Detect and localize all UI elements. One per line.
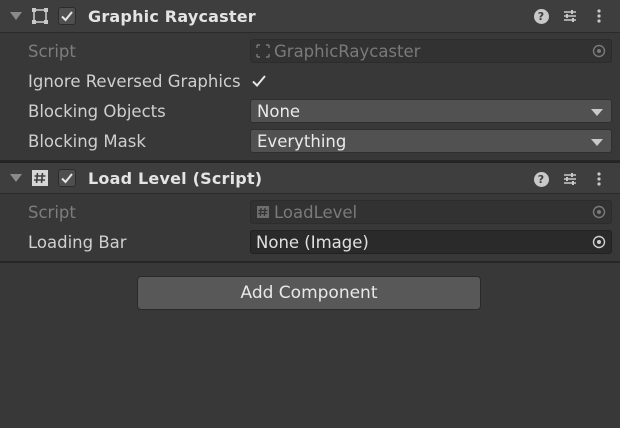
component-tools: ? <box>521 0 608 32</box>
object-picker-icon <box>591 204 607 220</box>
component-title: Load Level (Script) <box>88 168 263 188</box>
checkmark-icon <box>61 11 73 22</box>
help-icon[interactable]: ? <box>532 7 550 25</box>
foldout-arrow-icon[interactable] <box>10 12 22 20</box>
raycaster-script-icon <box>256 44 270 58</box>
property-label: Blocking Objects <box>28 101 166 121</box>
help-icon[interactable]: ? <box>532 170 550 188</box>
property-label: Ignore Reversed Graphics <box>28 71 241 91</box>
property-blocking-objects: Blocking Objects None <box>0 96 620 126</box>
checkmark-icon <box>61 173 73 184</box>
context-menu-icon[interactable] <box>590 7 608 25</box>
component-enabled-checkbox[interactable] <box>58 7 76 25</box>
loading-bar-object-field[interactable]: None (Image) <box>250 230 612 254</box>
foldout-arrow-icon[interactable] <box>10 174 22 182</box>
property-label: Blocking Mask <box>28 131 146 151</box>
blocking-mask-dropdown[interactable]: Everything <box>250 129 612 153</box>
property-label: Script <box>28 202 76 222</box>
script-name: GraphicRaycaster <box>274 41 421 61</box>
component-body-graphic-raycaster: Script GraphicRaycaster Ignore Reversed … <box>0 33 620 160</box>
dropdown-arrow-icon <box>591 109 603 116</box>
add-component-button[interactable]: Add Component <box>137 276 481 310</box>
preset-sliders-icon[interactable] <box>561 7 579 25</box>
property-script: Script LoadLevel <box>0 197 620 227</box>
csharp-script-icon <box>30 168 50 188</box>
script-object-field: GraphicRaycaster <box>250 39 612 63</box>
property-script: Script GraphicRaycaster <box>0 36 620 66</box>
checkmark-icon <box>252 75 266 87</box>
component-tools: ? <box>521 163 608 195</box>
component-header-load-level[interactable]: Load Level (Script) ? <box>0 162 620 194</box>
dropdown-arrow-icon <box>591 139 603 146</box>
object-picker-icon[interactable] <box>591 234 607 250</box>
inspector-panel: Graphic Raycaster ? Script GraphicRaycas… <box>0 0 620 428</box>
property-blocking-mask: Blocking Mask Everything <box>0 126 620 156</box>
property-ignore-reversed-graphics: Ignore Reversed Graphics <box>0 66 620 96</box>
component-title: Graphic Raycaster <box>88 6 256 26</box>
component-enabled-checkbox[interactable] <box>58 169 76 187</box>
component-header-graphic-raycaster[interactable]: Graphic Raycaster ? <box>0 0 620 33</box>
dropdown-value: None <box>257 101 301 121</box>
object-picker-icon <box>591 43 607 59</box>
object-field-value: None (Image) <box>256 232 369 252</box>
script-name: LoadLevel <box>274 202 358 222</box>
rect-transform-icon <box>30 6 50 26</box>
blocking-objects-dropdown[interactable]: None <box>250 99 612 123</box>
ignore-reversed-graphics-checkbox[interactable] <box>250 72 268 90</box>
preset-sliders-icon[interactable] <box>561 170 579 188</box>
component-body-load-level: Script LoadLevel Loading Bar None (Image… <box>0 194 620 261</box>
csharp-script-icon <box>256 205 270 219</box>
script-object-field: LoadLevel <box>250 200 612 224</box>
property-label: Loading Bar <box>28 232 127 252</box>
dropdown-value: Everything <box>257 131 347 151</box>
property-loading-bar: Loading Bar None (Image) <box>0 227 620 257</box>
add-component-area: Add Component <box>0 263 620 323</box>
property-label: Script <box>28 41 76 61</box>
context-menu-icon[interactable] <box>590 170 608 188</box>
